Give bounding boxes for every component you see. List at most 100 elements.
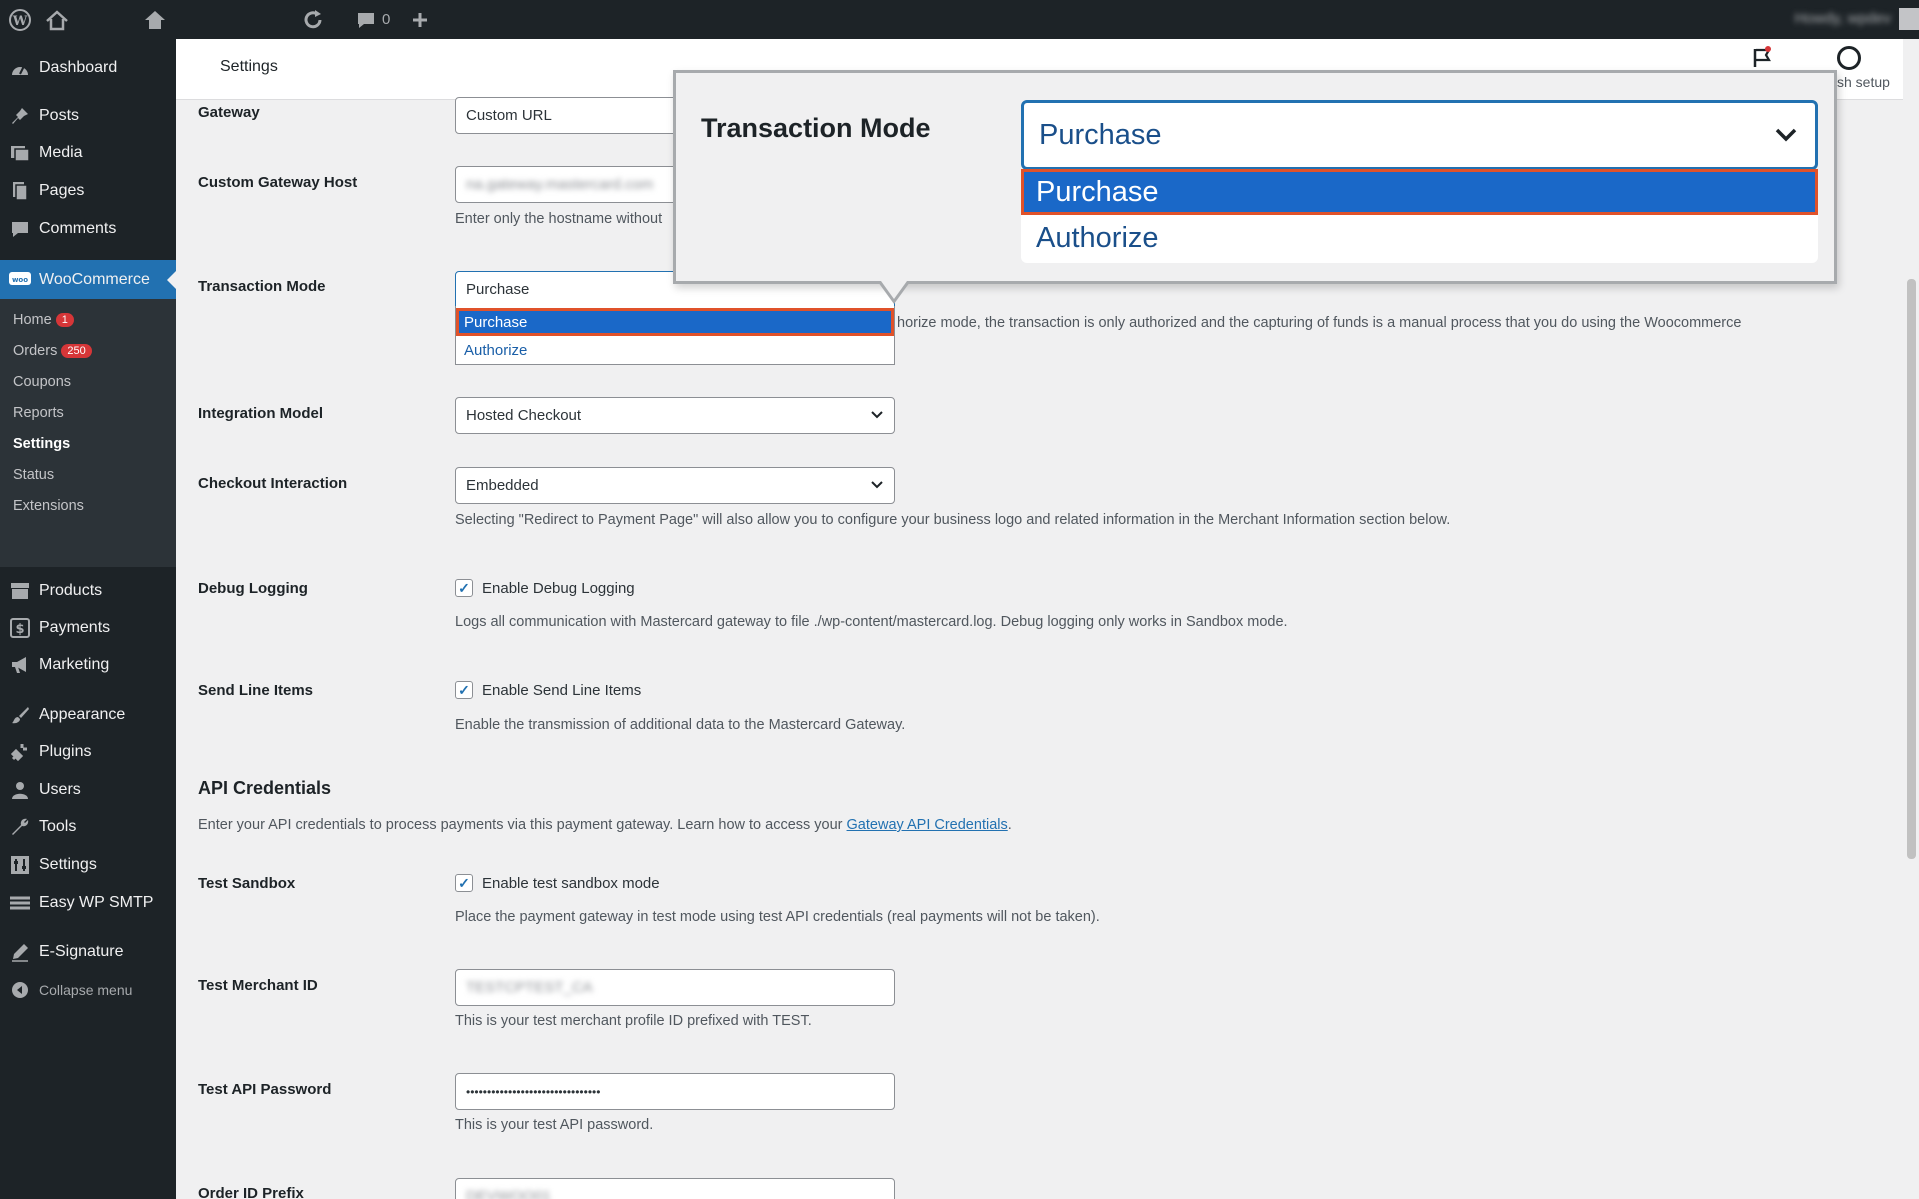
sidebar-item-users[interactable]: Users (0, 771, 176, 808)
new-content-icon[interactable] (411, 0, 429, 39)
sidebar-item-dashboard[interactable]: Dashboard (0, 49, 176, 86)
page-title: Settings (220, 58, 278, 75)
scrollbar-thumb[interactable] (1907, 279, 1916, 859)
debug-logging-checkbox-label: Enable Debug Logging (482, 579, 635, 597)
debug-logging-label: Debug Logging (198, 580, 308, 597)
active-indicator (167, 270, 176, 289)
zoom-callout: Transaction Mode Purchase Purchase Autho… (673, 70, 1837, 284)
sidebar-item-e-signature[interactable]: E-Signature (0, 933, 176, 970)
sidebar-item-tools[interactable]: Tools (0, 808, 176, 845)
svg-text:W: W (12, 14, 28, 29)
sidebar-item-label: Posts (39, 106, 80, 124)
wordpress-logo-icon[interactable]: W (8, 0, 32, 39)
checkout-interaction-desc: Selecting "Redirect to Payment Page" wil… (455, 512, 1451, 528)
send-line-items-label: Send Line Items (198, 682, 314, 699)
submenu-item-settings[interactable]: Settings (13, 436, 70, 452)
woo-icon: woo (9, 269, 31, 291)
integration-model-select[interactable]: Hosted Checkout (455, 397, 895, 434)
sidebar-item-label: Comments (39, 219, 117, 237)
megaphone-icon (9, 654, 31, 676)
test-merchant-id-input[interactable]: TESTCPTEST_CA (455, 969, 895, 1006)
sidebar-item-label: Payments (39, 618, 111, 636)
zoom-option-purchase[interactable]: Purchase (1021, 169, 1818, 215)
test-api-password-label: Test API Password (198, 1081, 332, 1098)
sidebar-item-label: Users (39, 780, 81, 798)
debug-logging-checkbox-row[interactable]: ✓ Enable Debug Logging (455, 579, 635, 597)
sidebar-item-comments[interactable]: Comments (0, 210, 176, 247)
brush-icon (9, 704, 31, 726)
transaction-mode-label: Transaction Mode (198, 278, 326, 295)
send-line-items-checkbox-row[interactable]: ✓ Enable Send Line Items (455, 681, 641, 699)
test-merchant-id-desc: This is your test merchant profile ID pr… (455, 1013, 812, 1029)
sidebar-item-payments[interactable]: $ Payments (0, 609, 176, 646)
comments-icon[interactable]: 0 (356, 0, 390, 39)
settings-icon (9, 854, 31, 876)
chevron-down-icon (870, 477, 884, 494)
zoom-transaction-mode-value: Purchase (1039, 118, 1162, 151)
finish-setup-label[interactable]: sh setup (1837, 74, 1890, 90)
test-merchant-id-value: TESTCPTEST_CA (466, 979, 593, 996)
dashboard-icon (9, 57, 31, 79)
collapse-menu-button[interactable]: Collapse menu (0, 971, 176, 1008)
sidebar-item-media[interactable]: Media (0, 134, 176, 171)
zoom-option-authorize[interactable]: Authorize (1021, 215, 1818, 261)
collapse-icon (9, 979, 31, 1001)
order-id-prefix-label: Order ID Prefix (198, 1185, 304, 1199)
media-icon (9, 142, 31, 164)
svg-text:$: $ (15, 622, 24, 637)
admin-bar: W 0 Howdy, wpdev (0, 0, 1919, 39)
sidebar-item-label: Collapse menu (39, 981, 133, 998)
checkout-interaction-select[interactable]: Embedded (455, 467, 895, 504)
transaction-mode-option-authorize[interactable]: Authorize (456, 336, 894, 364)
test-sandbox-checkbox-row[interactable]: ✓ Enable test sandbox mode (455, 874, 660, 892)
home-icon[interactable] (143, 0, 167, 39)
sidebar-item-plugins[interactable]: Plugins (0, 733, 176, 770)
sidebar-item-label: Dashboard (39, 58, 118, 76)
sidebar-item-label: Pages (39, 181, 85, 199)
home-badge: 1 (55, 313, 74, 327)
submenu-item-status[interactable]: Status (13, 467, 54, 483)
gateway-api-credentials-link[interactable]: Gateway API Credentials (847, 817, 1008, 833)
submenu-item-home[interactable]: Home 1 (13, 312, 74, 328)
custom-gateway-host-label: Custom Gateway Host (198, 174, 358, 191)
howdy-text[interactable]: Howdy, wpdev (1795, 10, 1891, 27)
sidebar-item-label: WooCommerce (39, 270, 150, 288)
transaction-mode-desc: horize mode, the transaction is only aut… (897, 315, 1742, 331)
api-credentials-desc-suffix: . (1007, 817, 1012, 833)
sidebar-item-label: Media (39, 143, 83, 161)
progress-ring-icon[interactable] (1837, 46, 1861, 70)
sidebar-item-easy-wp-smtp[interactable]: Easy WP SMTP (0, 884, 176, 921)
submenu-item-coupons[interactable]: Coupons (13, 374, 71, 390)
updates-icon[interactable] (302, 0, 324, 39)
sidebar-item-marketing[interactable]: Marketing (0, 646, 176, 683)
avatar[interactable] (1899, 8, 1919, 30)
sidebar-item-products[interactable]: Products (0, 572, 176, 609)
sidebar-item-settings[interactable]: Settings (0, 846, 176, 883)
submenu-label: Orders (13, 343, 58, 359)
page-scrollbar[interactable] (1903, 39, 1919, 1199)
submenu-item-extensions[interactable]: Extensions (13, 498, 84, 514)
sidebar-item-pages[interactable]: Pages (0, 172, 176, 209)
test-api-password-input[interactable]: •••••••••••••••••••••••••••••••• (455, 1073, 895, 1110)
send-line-items-checkbox[interactable]: ✓ (455, 681, 473, 699)
sidebar-item-label: Products (39, 581, 103, 599)
sidebar-item-appearance[interactable]: Appearance (0, 696, 176, 733)
debug-logging-desc: Logs all communication with Mastercard g… (455, 614, 1288, 630)
order-id-prefix-input[interactable]: DEVWOO01 (455, 1178, 895, 1199)
page-icon (9, 180, 31, 202)
submenu-item-orders[interactable]: Orders 250 (13, 343, 92, 359)
chevron-down-icon (870, 407, 884, 424)
transaction-mode-option-purchase[interactable]: Purchase (456, 308, 894, 336)
checkout-interaction-value: Embedded (466, 477, 539, 494)
sidebar-item-posts[interactable]: Posts (0, 97, 176, 134)
submenu-item-reports[interactable]: Reports (13, 405, 64, 421)
zoom-transaction-mode-select[interactable]: Purchase (1021, 100, 1818, 170)
site-name-icon[interactable] (44, 0, 70, 39)
comment-icon (9, 218, 31, 240)
debug-logging-checkbox[interactable]: ✓ (455, 579, 473, 597)
sidebar-item-woocommerce[interactable]: woo WooCommerce (0, 260, 176, 299)
svg-text:woo: woo (12, 276, 28, 284)
api-credentials-desc: Enter your API credentials to process pa… (198, 817, 1012, 833)
test-sandbox-checkbox[interactable]: ✓ (455, 874, 473, 892)
zoom-transaction-mode-label: Transaction Mode (701, 113, 931, 143)
